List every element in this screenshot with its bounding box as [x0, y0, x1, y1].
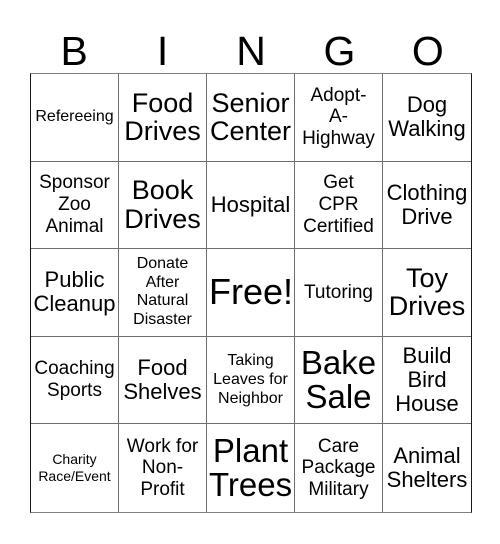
bingo-cell-label: Build Bird House: [395, 342, 459, 417]
bingo-cell-label: Charity Race/Event: [38, 451, 111, 485]
bingo-cell-label: Care Package Military: [301, 435, 376, 501]
bingo-cell[interactable]: Food Shelves: [119, 336, 207, 425]
bingo-cell[interactable]: Bake Sale: [295, 336, 383, 425]
bingo-cell[interactable]: Adopt- A- Highway: [295, 74, 383, 162]
bingo-cell[interactable]: Donate After Natural Disaster: [119, 249, 207, 337]
bingo-cell-label: Adopt- A- Highway: [302, 84, 375, 150]
bingo-header-letter-n: N: [236, 28, 266, 74]
bingo-cell[interactable]: Taking Leaves for Neighbor: [207, 336, 295, 425]
bingo-cell-label: Food Shelves: [123, 354, 202, 405]
bingo-header-letter-g: G: [323, 28, 356, 74]
bingo-cell-label: Get CPR Certified: [303, 172, 374, 237]
bingo-cell[interactable]: Food Drives: [119, 74, 207, 162]
bingo-cell[interactable]: Clothing Drive: [383, 161, 471, 250]
bingo-cell[interactable]: Plant Trees: [207, 424, 295, 512]
bingo-cell-label: Hospital: [210, 191, 291, 217]
bingo-cell-label: Taking Leaves for Neighbor: [213, 351, 288, 407]
bingo-cell[interactable]: Senior Center: [207, 74, 295, 162]
bingo-cell[interactable]: Build Bird House: [383, 336, 471, 425]
bingo-cell[interactable]: Dog Walking: [383, 74, 471, 162]
bingo-cell[interactable]: Book Drives: [119, 161, 207, 250]
bingo-free-cell[interactable]: Free!: [207, 249, 295, 337]
bingo-card: B I N G O Refereeing Food Drives Senior Ce…: [0, 0, 500, 544]
bingo-cell[interactable]: Refereeing: [31, 74, 119, 162]
bingo-cell[interactable]: Sponsor Zoo Animal: [31, 161, 119, 250]
bingo-cell[interactable]: Toy Drives: [383, 249, 471, 337]
bingo-cell[interactable]: Get CPR Certified: [295, 161, 383, 250]
bingo-cell-label: Food Drives: [124, 87, 201, 147]
bingo-cell[interactable]: Work for Non- Profit: [119, 424, 207, 512]
bingo-cell-label: Public Cleanup: [33, 267, 116, 317]
bingo-header-letter-i: I: [156, 28, 169, 74]
bingo-cell-label: Tutoring: [304, 281, 373, 303]
bingo-cell-label: Plant Trees: [209, 431, 293, 504]
bingo-cell-label: Sponsor Zoo Animal: [39, 172, 110, 237]
bingo-cell[interactable]: Hospital: [207, 161, 295, 250]
bingo-header-letter-o: O: [411, 28, 444, 74]
bingo-cell[interactable]: Coaching Sports: [31, 336, 119, 425]
bingo-grid: Refereeing Food Drives Senior Center Adopt-…: [30, 73, 472, 513]
bingo-cell-label: Bake Sale: [300, 343, 377, 416]
bingo-cell-label: Clothing Drive: [386, 179, 468, 229]
bingo-cell[interactable]: Tutoring: [295, 249, 383, 337]
bingo-cell-label: Dog Walking: [388, 92, 466, 142]
bingo-header-row: B I N G O: [30, 14, 472, 73]
bingo-cell[interactable]: Care Package Military: [295, 424, 383, 512]
bingo-cell-label: Book Drives: [124, 175, 201, 234]
bingo-cell-label: Animal Shelters: [386, 443, 468, 493]
bingo-cell[interactable]: Animal Shelters: [383, 424, 471, 512]
bingo-cell-label: Donate After Natural Disaster: [133, 254, 192, 329]
bingo-cell-label: Senior Center: [209, 87, 292, 147]
bingo-cell-label: Coaching Sports: [34, 358, 115, 402]
bingo-cell-label: Refereeing: [35, 107, 114, 125]
bingo-cell-label: Work for Non- Profit: [126, 435, 199, 501]
bingo-header-letter-b: B: [60, 28, 88, 74]
bingo-cell-label: Toy Drives: [388, 262, 466, 322]
bingo-cell[interactable]: Charity Race/Event: [31, 424, 119, 512]
bingo-cell[interactable]: Public Cleanup: [31, 249, 119, 337]
bingo-cell-label: Free!: [209, 271, 294, 313]
